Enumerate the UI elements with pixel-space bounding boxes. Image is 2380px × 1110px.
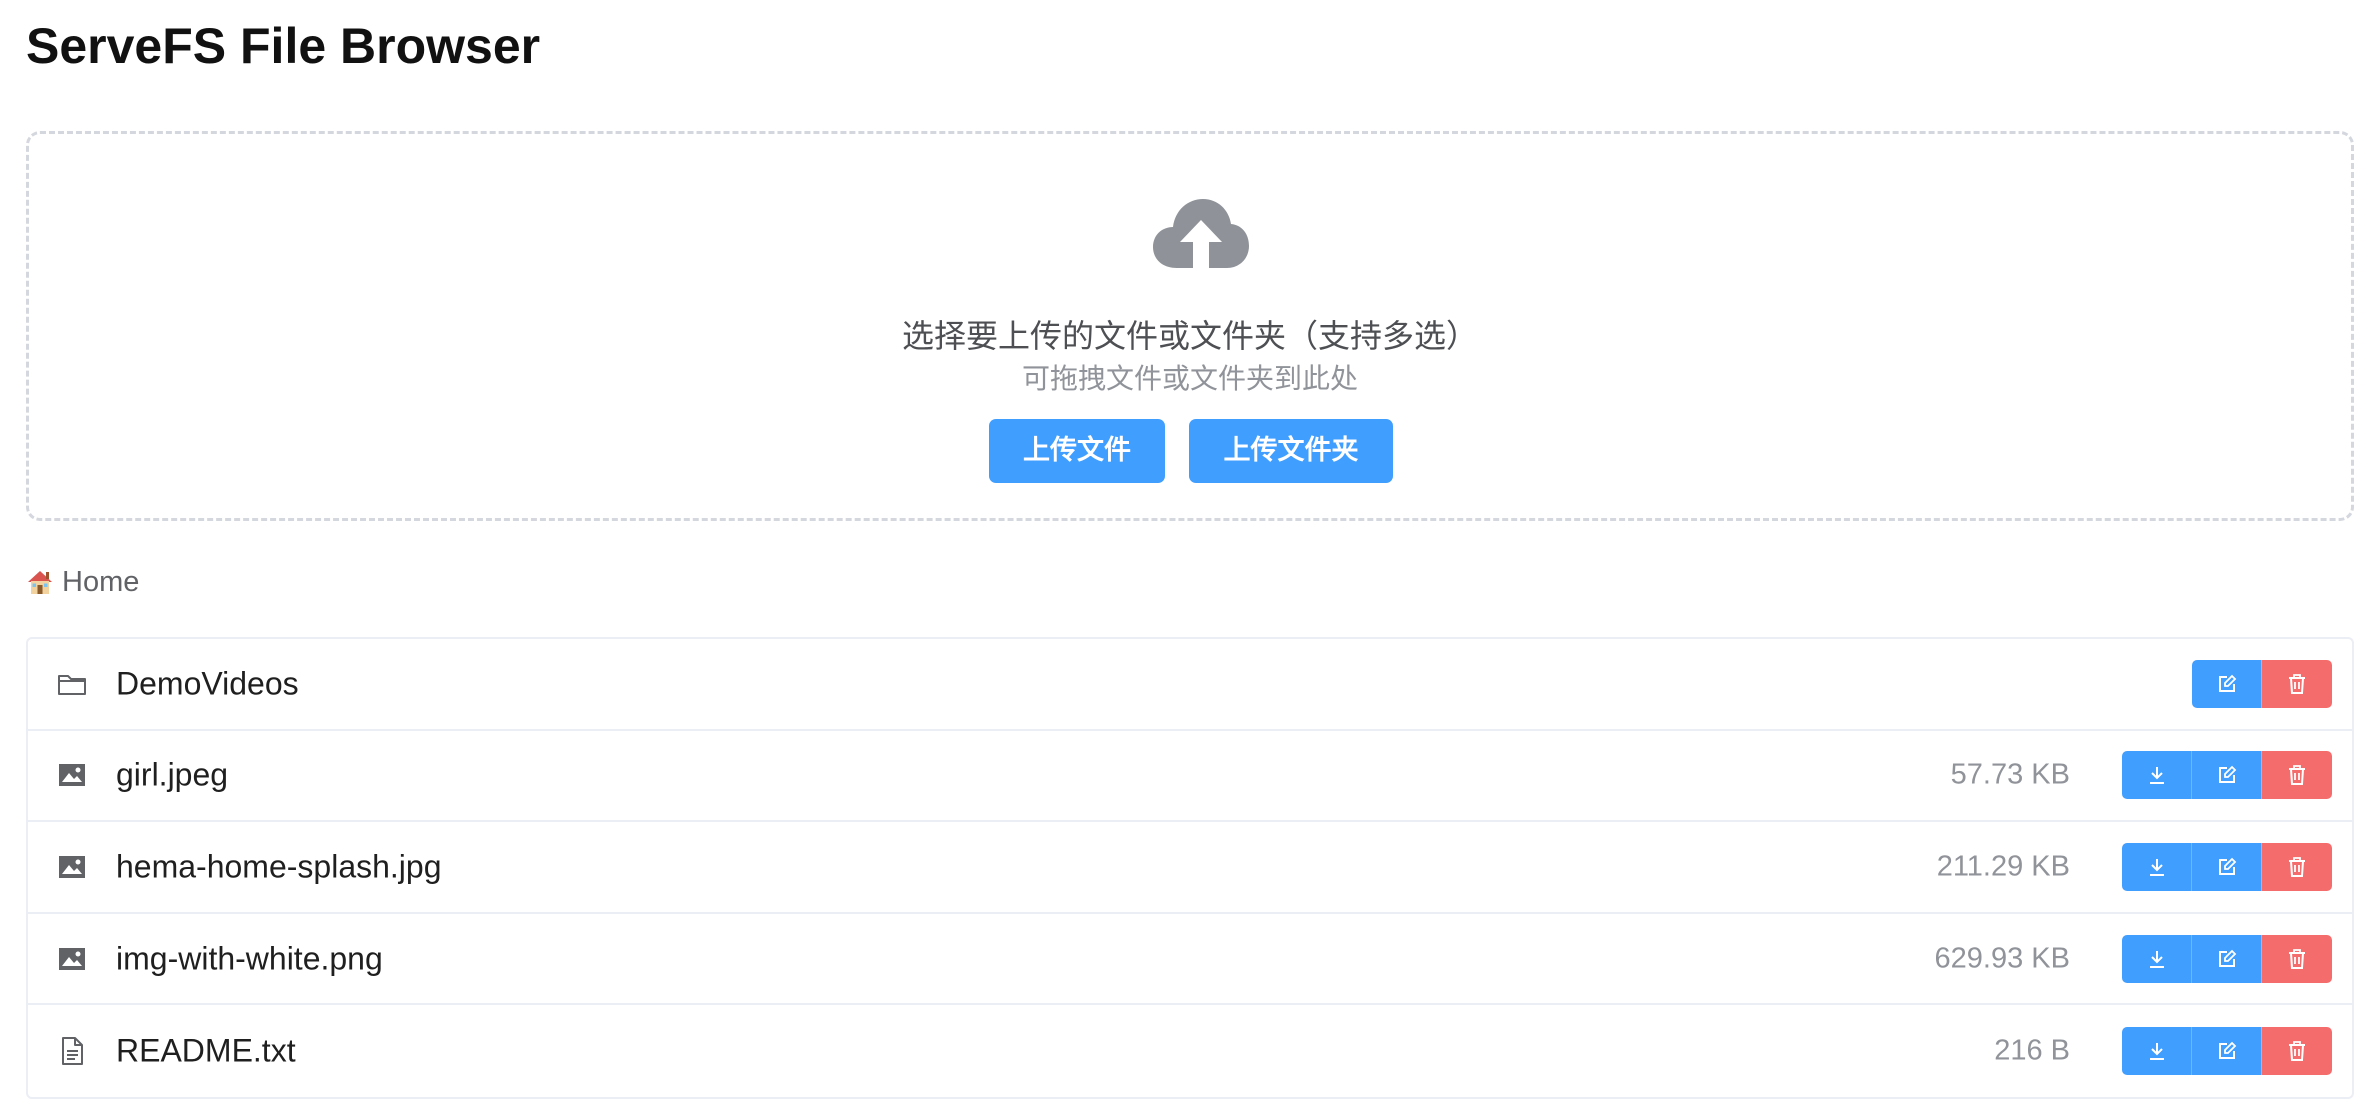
rename-button[interactable] — [2192, 842, 2262, 891]
upload-hint: 可拖拽文件或文件夹到此处 — [1021, 362, 1358, 395]
list-item[interactable]: img-with-white.png 629.93 KB — [28, 914, 2352, 1006]
breadcrumb-home-link[interactable]: Home — [62, 566, 139, 599]
row-actions — [2122, 751, 2332, 800]
file-list: DemoVideos girl.jpeg 57.73 KB hema-home-… — [26, 637, 2354, 1099]
rename-button[interactable] — [2192, 659, 2262, 708]
delete-button[interactable] — [2262, 842, 2332, 891]
delete-button[interactable] — [2262, 934, 2332, 983]
file-size: 629.93 KB — [1934, 942, 2070, 975]
trash-icon — [2289, 765, 2305, 786]
upload-files-button[interactable]: 上传文件 — [989, 419, 1165, 483]
list-item[interactable]: README.txt 216 B — [28, 1005, 2352, 1097]
file-size: 216 B — [1994, 1034, 2070, 1067]
rename-button[interactable] — [2192, 1027, 2262, 1076]
edit-icon — [2218, 857, 2236, 875]
download-button[interactable] — [2122, 934, 2192, 983]
row-actions — [2122, 1027, 2332, 1076]
folder-icon — [58, 674, 86, 695]
download-icon — [2149, 858, 2164, 876]
download-icon — [2149, 767, 2164, 785]
edit-icon — [2218, 1041, 2236, 1060]
file-name[interactable]: README.txt — [116, 1033, 296, 1070]
cloud-upload-icon — [1153, 199, 1249, 268]
image-icon — [59, 947, 85, 970]
file-name[interactable]: img-with-white.png — [116, 940, 383, 977]
download-button[interactable] — [2122, 751, 2192, 800]
upload-dropzone[interactable]: 选择要上传的文件或文件夹（支持多选） 可拖拽文件或文件夹到此处 上传文件 上传文… — [26, 131, 2354, 521]
row-actions — [2122, 934, 2332, 983]
delete-button[interactable] — [2262, 1027, 2332, 1076]
image-icon — [59, 764, 85, 787]
page-title: ServeFS File Browser — [26, 18, 541, 74]
list-item[interactable]: girl.jpeg 57.73 KB — [28, 731, 2352, 823]
upload-title: 选择要上传的文件或文件夹（支持多选） — [901, 317, 1478, 355]
trash-icon — [2289, 948, 2305, 969]
download-icon — [2149, 950, 2164, 968]
file-name[interactable]: girl.jpeg — [116, 757, 228, 794]
rename-button[interactable] — [2192, 751, 2262, 800]
document-icon — [62, 1037, 83, 1066]
download-button[interactable] — [2122, 1027, 2192, 1076]
edit-icon — [2218, 766, 2236, 784]
page: ServeFS File Browser 选择要上传的文件或文件夹（支持多选） … — [0, 0, 2380, 1110]
upload-folder-button[interactable]: 上传文件夹 — [1189, 419, 1393, 483]
list-item[interactable]: hema-home-splash.jpg 211.29 KB — [28, 822, 2352, 914]
file-size: 57.73 KB — [1950, 758, 2070, 791]
image-icon — [59, 855, 85, 878]
row-actions — [2122, 842, 2332, 891]
download-icon — [2149, 1043, 2164, 1061]
breadcrumb: Home — [26, 560, 139, 604]
rename-button[interactable] — [2192, 934, 2262, 983]
edit-icon — [2218, 674, 2236, 692]
trash-icon — [2289, 1041, 2305, 1062]
trash-icon — [2289, 673, 2305, 694]
row-actions — [2192, 659, 2332, 708]
download-button[interactable] — [2122, 842, 2192, 891]
delete-button[interactable] — [2262, 659, 2332, 708]
edit-icon — [2218, 949, 2236, 967]
file-name[interactable]: DemoVideos — [116, 665, 299, 702]
delete-button[interactable] — [2262, 751, 2332, 800]
file-name[interactable]: hema-home-splash.jpg — [116, 848, 442, 885]
file-size: 211.29 KB — [1936, 850, 2070, 883]
trash-icon — [2289, 857, 2305, 877]
house-icon — [28, 571, 52, 594]
list-item[interactable]: DemoVideos — [28, 639, 2352, 731]
